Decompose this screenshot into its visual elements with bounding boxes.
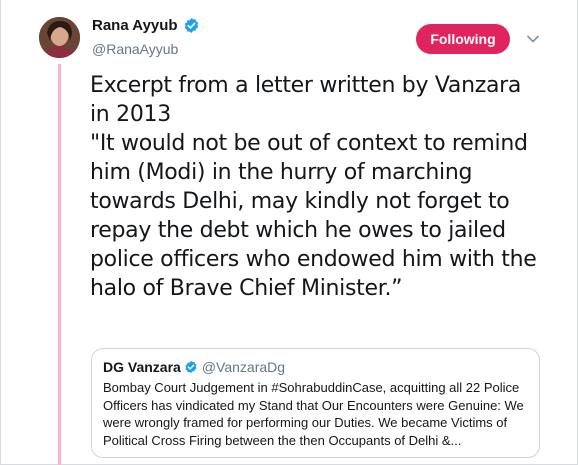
profile-photo-icon bbox=[39, 17, 80, 58]
quoted-tweet-text: Bombay Court Judgement in #SohrabuddinCa… bbox=[103, 380, 524, 448]
author-name[interactable]: Rana Ayyub bbox=[92, 17, 178, 34]
thread-line bbox=[58, 64, 61, 465]
quoted-tweet-card[interactable]: DG Vanzara @VanzaraDg Bombay Court Judge… bbox=[91, 348, 540, 458]
verified-badge-icon bbox=[184, 18, 198, 33]
quoted-tweet-header: DG Vanzara @VanzaraDg bbox=[103, 359, 528, 375]
avatar[interactable] bbox=[39, 17, 80, 58]
quoted-author-name: DG Vanzara bbox=[103, 359, 181, 375]
author-handle[interactable]: @RanaAyyub bbox=[92, 41, 178, 57]
author-name-row: Rana Ayyub bbox=[92, 17, 200, 34]
quoted-author-handle: @VanzaraDg bbox=[201, 359, 286, 375]
following-button[interactable]: Following bbox=[416, 24, 510, 54]
tweet-text: Excerpt from a letter written by Vanzara… bbox=[90, 73, 537, 301]
verified-badge-icon bbox=[185, 360, 197, 374]
tweet-container: Rana Ayyub @RanaAyyub Following Excerpt … bbox=[0, 0, 578, 465]
chevron-down-icon[interactable] bbox=[525, 32, 541, 46]
